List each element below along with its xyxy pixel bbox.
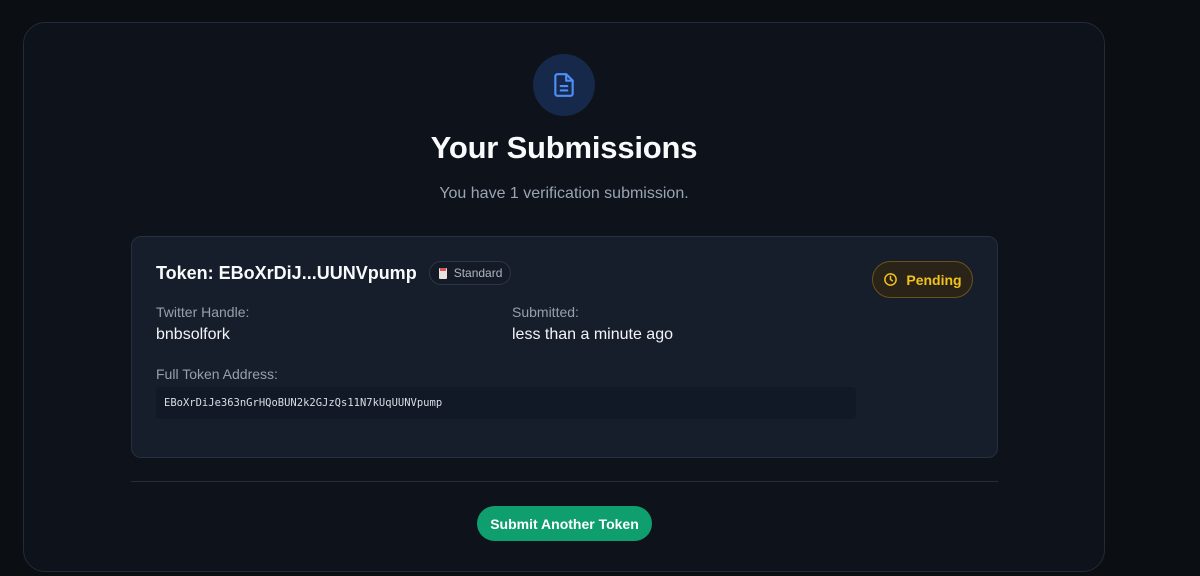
status-badge: Pending	[872, 261, 973, 298]
page-subtitle: You have 1 verification submission.	[439, 185, 689, 202]
submissions-panel: Your Submissions You have 1 verification…	[23, 22, 1105, 572]
token-address-label: Full Token Address:	[156, 366, 278, 382]
submitted-label: Submitted:	[512, 304, 579, 320]
token-header: Token: EBoXrDiJ...UUNVpump Standard	[156, 261, 512, 285]
tier-badge: Standard	[428, 261, 512, 285]
page-title: Your Submissions	[430, 130, 698, 165]
divider	[131, 481, 998, 482]
submit-another-token-button[interactable]: Submit Another Token	[477, 506, 652, 541]
twitter-handle-value: bnbsolfork	[156, 326, 230, 343]
token-address-value: EBoXrDiJe363nGrHQoBUN2k2GJzQs11N7kUqUUNV…	[164, 397, 443, 409]
submission-card: Token: EBoXrDiJ...UUNVpump Standard Pend…	[131, 236, 998, 458]
token-title: Token: EBoXrDiJ...UUNVpump	[156, 262, 417, 283]
clock-icon	[884, 273, 898, 286]
token-address-box[interactable]: EBoXrDiJe363nGrHQoBUN2k2GJzQs11N7kUqUUNV…	[156, 387, 856, 419]
twitter-handle-label: Twitter Handle:	[156, 304, 250, 320]
tier-label: Standard	[453, 266, 503, 280]
status-label: Pending	[906, 271, 962, 288]
document-icon	[533, 54, 595, 116]
submitted-value: less than a minute ago	[512, 326, 673, 343]
clipboard-icon	[438, 267, 447, 279]
